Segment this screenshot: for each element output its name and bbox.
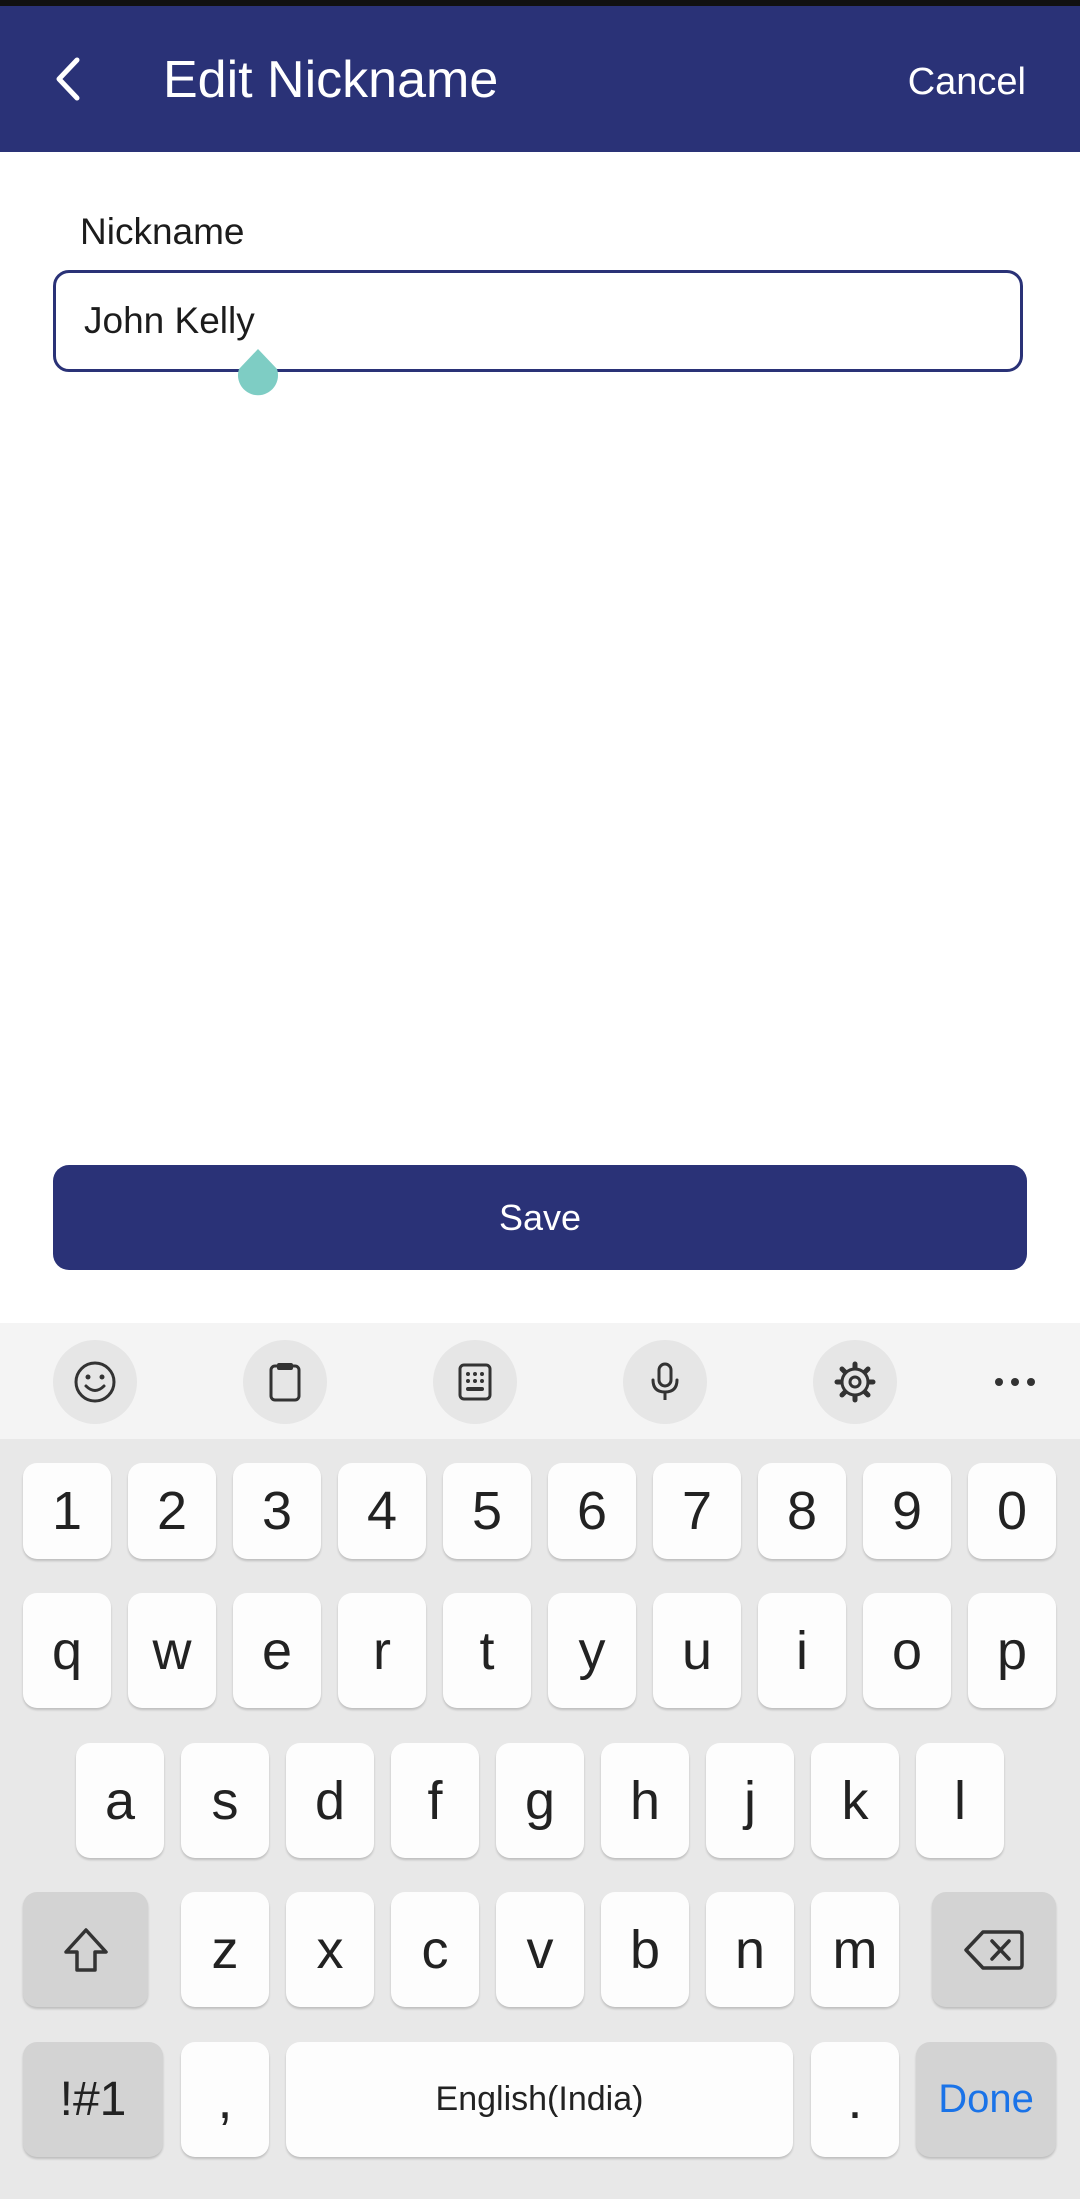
nickname-input[interactable] — [84, 295, 984, 347]
key-n[interactable]: n — [706, 1892, 794, 2007]
more-options-button[interactable] — [973, 1340, 1057, 1424]
back-button[interactable] — [40, 44, 96, 114]
key-m[interactable]: m — [811, 1892, 899, 2007]
period-key[interactable]: . — [811, 2042, 899, 2157]
keypad-button[interactable] — [433, 1340, 517, 1424]
shift-key[interactable] — [23, 1892, 148, 2007]
key-k[interactable]: k — [811, 1743, 899, 1858]
backspace-icon — [964, 1929, 1024, 1970]
key-b[interactable]: b — [601, 1892, 689, 2007]
key-6[interactable]: 6 — [548, 1463, 636, 1559]
key-x[interactable]: x — [286, 1892, 374, 2007]
key-4[interactable]: 4 — [338, 1463, 426, 1559]
key-p[interactable]: p — [968, 1593, 1056, 1708]
key-3[interactable]: 3 — [233, 1463, 321, 1559]
keyboard-settings-button[interactable] — [813, 1340, 897, 1424]
key-w[interactable]: w — [128, 1593, 216, 1708]
cancel-button[interactable]: Cancel — [908, 60, 1026, 104]
text-cursor-handle[interactable] — [231, 347, 285, 409]
key-u[interactable]: u — [653, 1593, 741, 1708]
nickname-field[interactable] — [53, 270, 1023, 372]
key-t[interactable]: t — [443, 1593, 531, 1708]
done-key[interactable]: Done — [916, 2042, 1056, 2157]
key-l[interactable]: l — [916, 1743, 1004, 1858]
key-v[interactable]: v — [496, 1892, 584, 2007]
key-h[interactable]: h — [601, 1743, 689, 1858]
key-0[interactable]: 0 — [968, 1463, 1056, 1559]
keypad-icon — [458, 1363, 492, 1401]
microphone-icon — [651, 1362, 679, 1400]
clipboard-icon — [269, 1363, 301, 1402]
page-title: Edit Nickname — [163, 51, 499, 109]
key-e[interactable]: e — [233, 1593, 321, 1708]
key-c[interactable]: c — [391, 1892, 479, 2007]
key-j[interactable]: j — [706, 1743, 794, 1858]
chevron-left-icon — [56, 57, 80, 101]
key-s[interactable]: s — [181, 1743, 269, 1858]
save-button[interactable]: Save — [53, 1165, 1027, 1270]
key-8[interactable]: 8 — [758, 1463, 846, 1559]
key-g[interactable]: g — [496, 1743, 584, 1858]
settings-icon — [834, 1361, 876, 1403]
key-f[interactable]: f — [391, 1743, 479, 1858]
key-1[interactable]: 1 — [23, 1463, 111, 1559]
key-o[interactable]: o — [863, 1593, 951, 1708]
key-9[interactable]: 9 — [863, 1463, 951, 1559]
space-key[interactable]: English(India) — [286, 2042, 793, 2157]
app-bar: Edit Nickname Cancel — [0, 6, 1080, 152]
voice-input-button[interactable] — [623, 1340, 707, 1424]
emoji-icon — [74, 1361, 116, 1403]
key-d[interactable]: d — [286, 1743, 374, 1858]
key-y[interactable]: y — [548, 1593, 636, 1708]
key-r[interactable]: r — [338, 1593, 426, 1708]
key-q[interactable]: q — [23, 1593, 111, 1708]
backspace-key[interactable] — [932, 1892, 1056, 2007]
key-z[interactable]: z — [181, 1892, 269, 2007]
key-2[interactable]: 2 — [128, 1463, 216, 1559]
more-icon — [995, 1378, 1035, 1386]
shift-icon — [63, 1927, 108, 1972]
emoji-button[interactable] — [53, 1340, 137, 1424]
nickname-label: Nickname — [80, 211, 245, 252]
symbols-key[interactable]: !#1 — [23, 2042, 163, 2157]
soft-keyboard: 1 2 3 4 5 6 7 8 9 0 q w e r t y u i o p … — [0, 1323, 1080, 2199]
keyboard-toolbar — [0, 1323, 1080, 1439]
key-i[interactable]: i — [758, 1593, 846, 1708]
clipboard-button[interactable] — [243, 1340, 327, 1424]
key-a[interactable]: a — [76, 1743, 164, 1858]
key-5[interactable]: 5 — [443, 1463, 531, 1559]
comma-key[interactable]: , — [181, 2042, 269, 2157]
key-7[interactable]: 7 — [653, 1463, 741, 1559]
